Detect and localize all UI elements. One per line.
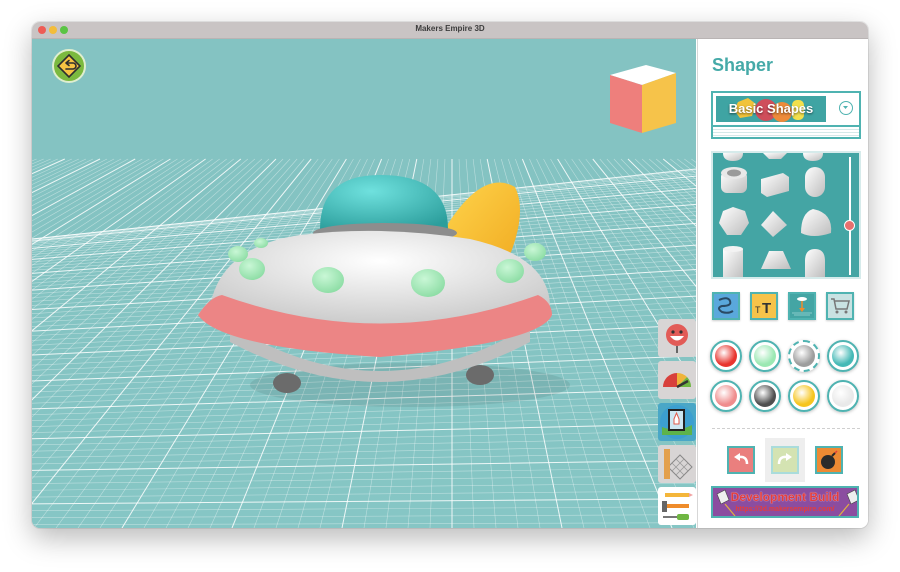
gauge-tool-button[interactable] [658, 361, 696, 399]
shape-capsule-top[interactable] [803, 153, 823, 161]
swatch-fill [832, 345, 854, 367]
window-title: Makers Empire 3D [415, 24, 485, 33]
build-tools-button[interactable] [658, 487, 696, 525]
delete-all-button[interactable] [815, 446, 843, 474]
shape-half-sphere[interactable] [723, 153, 743, 161]
shape-teardrop[interactable] [801, 209, 832, 236]
ruler-grid-icon [664, 449, 693, 480]
swatch-fill [754, 345, 776, 367]
swatch-fill [754, 385, 776, 407]
shaper-panel: Shaper Basic Shapes T T Development Buil… [697, 39, 868, 528]
category-label: Basic Shapes [728, 101, 814, 116]
ufo-leg [273, 373, 301, 393]
return-arrow-sign-icon [56, 53, 82, 79]
color-swatch-charcoal[interactable] [749, 380, 781, 412]
swatch-fill [832, 385, 854, 407]
rocket-picture-icon [660, 405, 694, 439]
text-tt-icon: TT [755, 300, 771, 317]
title-bar: Makers Empire 3D [32, 22, 868, 39]
category-dropdown-shelf [711, 127, 861, 139]
color-swatch-white[interactable] [827, 380, 859, 412]
speedometer-icon [663, 372, 692, 389]
redo-button[interactable] [771, 446, 799, 474]
shape-scroll-thumb[interactable] [844, 220, 855, 232]
shape-category-dropdown[interactable]: Basic Shapes [711, 91, 861, 127]
shop-tool-button[interactable] [826, 292, 854, 320]
shape-wedge-top[interactable] [763, 153, 787, 159]
color-swatch-red[interactable] [710, 340, 742, 372]
color-swatch-teal[interactable] [827, 340, 859, 372]
smiley-face-icon [666, 324, 688, 353]
chevron-down-circle-icon[interactable] [839, 101, 853, 115]
development-build-banner: Development Build https://3d.makersempir… [711, 486, 859, 518]
grid-measure-tool-button[interactable] [658, 445, 696, 483]
ufo-model[interactable] [180, 147, 570, 407]
shape-palette[interactable] [711, 151, 861, 279]
squiggle-icon [718, 297, 734, 314]
dev-build-title: Development Build [730, 490, 840, 504]
home-view-button[interactable] [52, 49, 86, 83]
swatch-fill [715, 385, 737, 407]
ufo-leg [466, 365, 494, 385]
gallery-tool-button[interactable] [658, 403, 696, 441]
shopping-cart-icon [831, 298, 850, 314]
drop-arrow-icon [792, 297, 812, 316]
panel-divider [712, 428, 860, 429]
svg-text:T: T [755, 305, 761, 315]
shape-tube[interactable] [721, 167, 747, 193]
shape-dome[interactable] [805, 249, 825, 277]
bomb-icon [821, 450, 838, 469]
swatch-fill [793, 345, 815, 367]
undo-button[interactable] [727, 446, 755, 474]
color-swatch-gray[interactable] [788, 340, 820, 372]
shape-box[interactable] [761, 173, 789, 197]
emoji-tool-button[interactable] [658, 319, 696, 357]
panel-title: Shaper [712, 55, 774, 75]
undo-arrow-icon [734, 453, 749, 465]
side-toolbar [654, 319, 696, 528]
shape-capsule[interactable] [805, 167, 825, 197]
shape-frustum[interactable] [761, 251, 791, 269]
dev-build-url: https://3d.makersempire.com/ [735, 506, 835, 513]
svg-text:T: T [762, 300, 771, 317]
drop-to-floor-tool-button[interactable] [788, 292, 816, 320]
swatch-fill [715, 345, 737, 367]
view-cube-left[interactable] [610, 75, 642, 133]
shape-scroll-track[interactable] [849, 157, 851, 275]
ufo-dome [320, 175, 448, 229]
shape-icosahedron[interactable] [719, 207, 749, 235]
shape-thumbnails [719, 153, 832, 277]
freehand-tool-button[interactable] [712, 292, 740, 320]
category-thumbnail: Basic Shapes [716, 96, 826, 122]
view-cube[interactable] [606, 61, 680, 135]
color-swatch-mint[interactable] [749, 340, 781, 372]
text-tool-button[interactable]: TT [750, 292, 778, 320]
shape-cylinder[interactable] [723, 246, 743, 277]
swatch-fill [793, 385, 815, 407]
3d-viewport[interactable] [32, 39, 696, 528]
app-window: Makers Empire 3D Shaper Basic Shapes T T… [32, 22, 868, 528]
color-swatch-yellow[interactable] [788, 380, 820, 412]
shape-octahedron[interactable] [761, 211, 787, 237]
redo-arrow-icon [777, 453, 792, 465]
color-swatch-pink[interactable] [710, 380, 742, 412]
pencil-hammer-screwdriver-icon [662, 493, 693, 520]
